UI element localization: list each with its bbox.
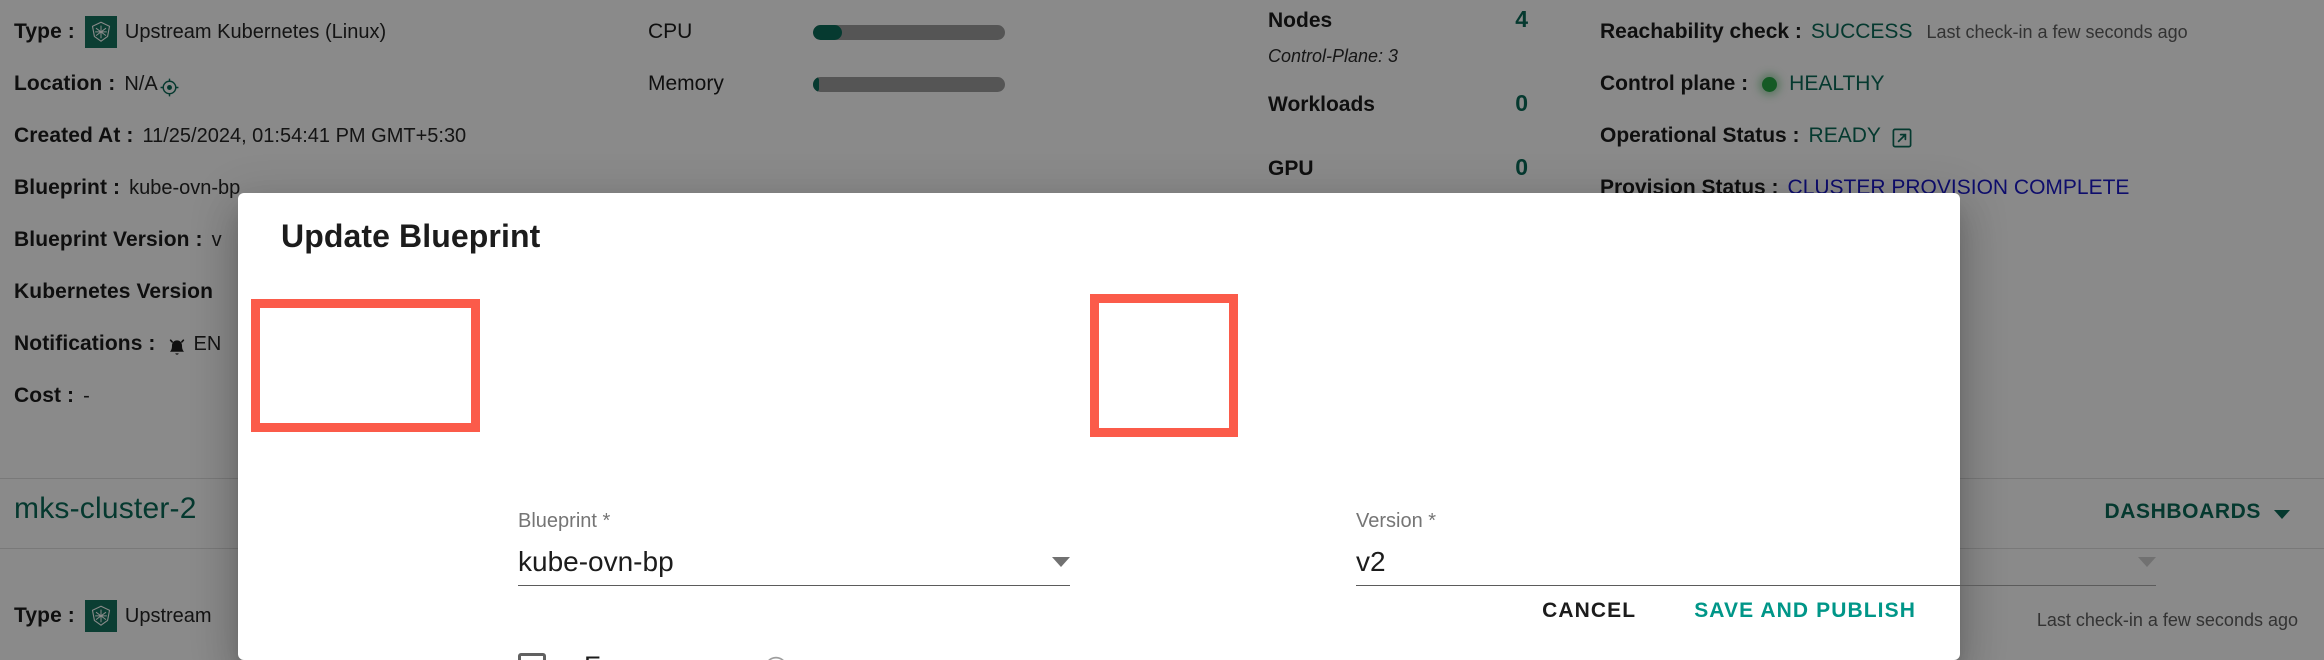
screen-root: Type : Upstream Kubernetes (Linux) Locat…	[0, 0, 2324, 660]
info-circle-icon[interactable]	[764, 656, 788, 660]
version-select[interactable]: Version * v2	[1356, 510, 2156, 587]
blueprint-select[interactable]: Blueprint * kube-ovn-bp	[518, 510, 1070, 587]
chevron-down-icon[interactable]	[2138, 557, 2156, 568]
dialog-actions: CANCEL SAVE AND PUBLISH	[1522, 586, 1936, 636]
cancel-button[interactable]: CANCEL	[1522, 586, 1656, 636]
version-select-value: v2	[1356, 546, 1386, 577]
version-select-label: Version *	[1356, 510, 1437, 532]
save-and-publish-button[interactable]: SAVE AND PUBLISH	[1674, 586, 1936, 636]
force-sync-label: Force sync	[584, 651, 716, 660]
force-sync-checkbox[interactable]	[518, 652, 546, 660]
blueprint-select-label: Blueprint *	[518, 510, 611, 532]
blueprint-select-control[interactable]: kube-ovn-bp	[518, 546, 1070, 587]
dialog-title: Update Blueprint	[281, 218, 541, 254]
force-sync-row[interactable]: Force sync	[518, 651, 788, 660]
update-blueprint-dialog: Update Blueprint Blueprint * kube-ovn-bp…	[238, 193, 2156, 660]
chevron-down-icon[interactable]	[1052, 557, 1070, 568]
blueprint-select-value: kube-ovn-bp	[518, 546, 674, 577]
version-select-control[interactable]: v2	[1356, 546, 2156, 587]
